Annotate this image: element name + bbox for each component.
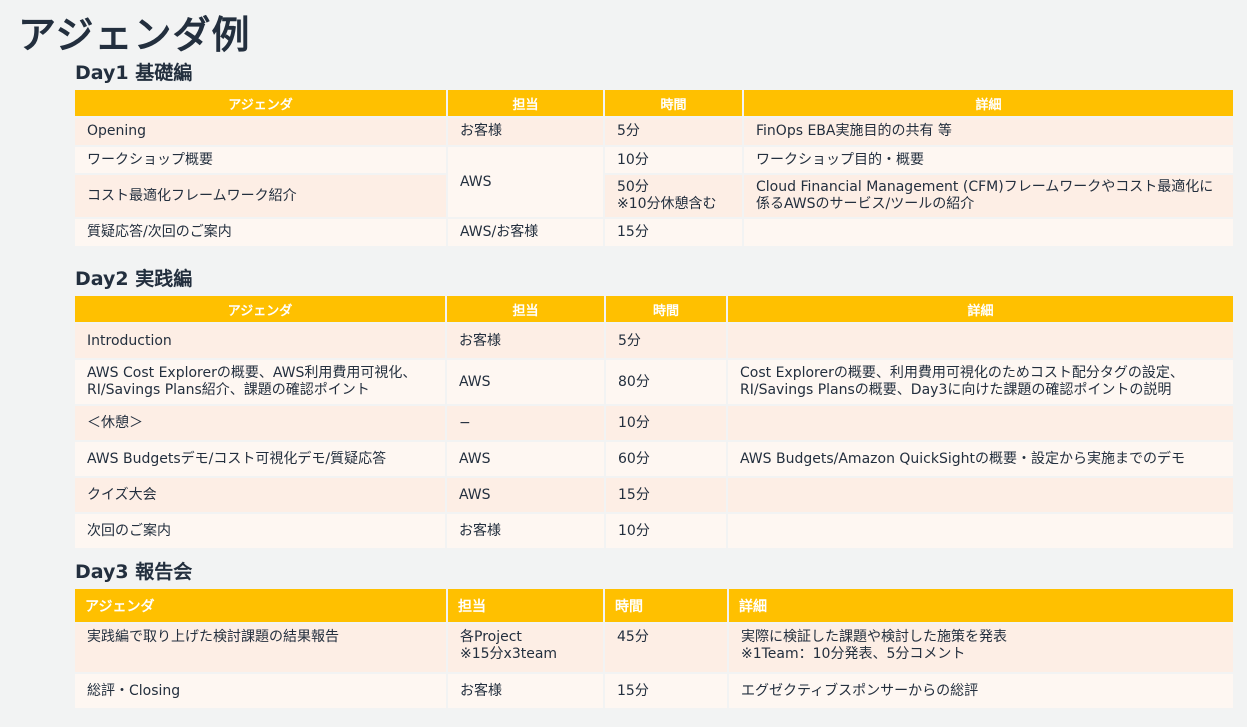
header-time: 時間 — [605, 589, 727, 622]
owner-note: ※15分x3team — [460, 646, 558, 662]
owner-cell: AWS — [447, 478, 604, 512]
owner-cell: お客様 — [448, 118, 603, 145]
owner-cell: AWS — [448, 147, 603, 217]
detail-cell: ワークショップ目的・概要 — [744, 147, 1233, 173]
day3-table: アジェンダ 担当 時間 詳細 実践編で取り上げた検討課題の結果報告 各Proje… — [73, 587, 1235, 710]
table-header-row: アジェンダ 担当 時間 詳細 — [75, 90, 1233, 116]
table-row: ＜休憩＞ − 10分 — [75, 406, 1233, 440]
table-row: クイズ大会 AWS 15分 — [75, 478, 1233, 512]
day2-section: Day2 実践編 アジェンダ 担当 時間 詳細 Introduction お客様… — [75, 266, 1235, 550]
time-line: 50分 — [617, 179, 649, 195]
table-row: ワークショップ概要 AWS 10分 ワークショップ目的・概要 — [75, 147, 1233, 217]
header-owner: 担当 — [447, 296, 604, 322]
detail-cell: Cost Explorerの概要、利用費用可視化のためコスト配分タグの設定、 R… — [728, 360, 1233, 404]
day3-heading: Day3 報告会 — [75, 561, 193, 583]
table-row: 総評・Closing お客様 15分 エグゼクティブスポンサーからの総評 — [75, 674, 1233, 708]
header-detail: 詳細 — [728, 296, 1233, 322]
time-cell: 15分 — [605, 674, 727, 708]
detail-cell: AWS Budgets/Amazon QuickSightの概要・設定から実施ま… — [728, 442, 1233, 476]
owner-cell: − — [447, 406, 604, 440]
detail-cell: FinOps EBA実施目的の共有 等 — [744, 118, 1233, 145]
agenda-line: AWS Cost Explorerの概要、AWS利用費用可視化、 — [87, 365, 417, 381]
time-cell: 15分 — [605, 219, 742, 246]
detail-cell — [728, 514, 1233, 548]
day2-table: アジェンダ 担当 時間 詳細 Introduction お客様 5分 AWS C… — [73, 294, 1235, 550]
time-cell: 45分 — [605, 624, 727, 672]
owner-cell: お客様 — [447, 514, 604, 548]
owner-line: 各Project — [460, 629, 522, 645]
agenda-cell: ワークショップ概要 — [75, 147, 446, 173]
day1-section: Day1 基礎編 アジェンダ 担当 時間 詳細 Opening お客様 5分 F… — [75, 60, 1235, 248]
header-time: 時間 — [605, 90, 742, 116]
detail-cell — [728, 478, 1233, 512]
time-cell: 60分 — [606, 442, 726, 476]
detail-cell — [728, 324, 1233, 358]
detail-line: Cost Explorerの概要、利用費用可視化のためコスト配分タグの設定、 — [740, 365, 1184, 381]
detail-cell: Cloud Financial Management (CFM)フレームワークや… — [744, 175, 1233, 217]
day1-heading: Day1 基礎編 — [75, 62, 193, 84]
agenda-cell: AWS Budgetsデモ/コスト可視化デモ/質疑応答 — [75, 442, 445, 476]
agenda-cell: 次回のご案内 — [75, 514, 445, 548]
detail-cell — [728, 406, 1233, 440]
header-owner: 担当 — [448, 589, 603, 622]
day2-heading: Day2 実践編 — [75, 268, 193, 290]
agenda-cell: Opening — [75, 118, 446, 145]
header-owner: 担当 — [448, 90, 603, 116]
owner-cell: 各Project ※15分x3team — [448, 624, 603, 672]
table-row: AWS Budgetsデモ/コスト可視化デモ/質疑応答 AWS 60分 AWS … — [75, 442, 1233, 476]
time-note: ※10分休憩含む — [617, 196, 717, 212]
detail-line: ※1Team：10分発表、5分コメント — [741, 646, 966, 662]
agenda-cell: 総評・Closing — [75, 674, 446, 708]
owner-cell: AWS — [447, 360, 604, 404]
agenda-cell: ＜休憩＞ — [75, 406, 445, 440]
table-row: 質疑応答/次回のご案内 AWS/お客様 15分 — [75, 219, 1233, 246]
table-row: 実践編で取り上げた検討課題の結果報告 各Project ※15分x3team 4… — [75, 624, 1233, 672]
table-row: AWS Cost Explorerの概要、AWS利用費用可視化、 RI/Savi… — [75, 360, 1233, 404]
detail-cell — [744, 219, 1233, 246]
table-header-row: アジェンダ 担当 時間 詳細 — [75, 589, 1233, 622]
time-cell: 10分 — [606, 514, 726, 548]
owner-cell: AWS — [447, 442, 604, 476]
day1-table: アジェンダ 担当 時間 詳細 Opening お客様 5分 FinOps EBA… — [73, 88, 1235, 248]
table-row: 次回のご案内 お客様 10分 — [75, 514, 1233, 548]
owner-cell: お客様 — [447, 324, 604, 358]
time-cell: 5分 — [605, 118, 742, 145]
time-cell: 15分 — [606, 478, 726, 512]
header-agenda: アジェンダ — [75, 296, 445, 322]
detail-line: 係るAWSのサービス/ツールの紹介 — [756, 196, 975, 212]
agenda-cell: コスト最適化フレームワーク紹介 — [75, 175, 446, 217]
table-row: コスト最適化フレームワーク紹介 50分 ※10分休憩含む Cloud Finan… — [75, 175, 1233, 217]
header-time: 時間 — [606, 296, 726, 322]
agenda-cell: 質疑応答/次回のご案内 — [75, 219, 446, 246]
header-detail: 詳細 — [729, 589, 1233, 622]
header-detail: 詳細 — [744, 90, 1233, 116]
header-agenda: アジェンダ — [75, 589, 446, 622]
detail-cell: 実際に検証した課題や検討した施策を発表 ※1Team：10分発表、5分コメント — [729, 624, 1233, 672]
time-cell: 5分 — [606, 324, 726, 358]
page-title: アジェンダ例 — [18, 13, 251, 57]
detail-line: RI/Savings Plansの概要、Day3に向けた課題の確認ポイントの説明 — [740, 382, 1172, 398]
table-row: Opening お客様 5分 FinOps EBA実施目的の共有 等 — [75, 118, 1233, 145]
time-cell: 80分 — [606, 360, 726, 404]
agenda-cell: 実践編で取り上げた検討課題の結果報告 — [75, 624, 446, 672]
agenda-cell: AWS Cost Explorerの概要、AWS利用費用可視化、 RI/Savi… — [75, 360, 445, 404]
time-cell: 10分 — [606, 406, 726, 440]
time-cell: 50分 ※10分休憩含む — [605, 175, 742, 217]
header-agenda: アジェンダ — [75, 90, 446, 116]
owner-cell: お客様 — [448, 674, 603, 708]
table-header-row: アジェンダ 担当 時間 詳細 — [75, 296, 1233, 322]
agenda-cell: Introduction — [75, 324, 445, 358]
detail-line: 実際に検証した課題や検討した施策を発表 — [741, 629, 1007, 645]
owner-cell: AWS/お客様 — [448, 219, 603, 246]
agenda-line: RI/Savings Plans紹介、課題の確認ポイント — [87, 382, 370, 398]
time-cell: 10分 — [605, 147, 742, 173]
day3-section: Day3 報告会 アジェンダ 担当 時間 詳細 実践編で取り上げた検討課題の結果… — [75, 559, 1235, 710]
detail-cell: エグゼクティブスポンサーからの総評 — [729, 674, 1233, 708]
table-row: Introduction お客様 5分 — [75, 324, 1233, 358]
agenda-cell: クイズ大会 — [75, 478, 445, 512]
detail-line: Cloud Financial Management (CFM)フレームワークや… — [756, 179, 1214, 195]
